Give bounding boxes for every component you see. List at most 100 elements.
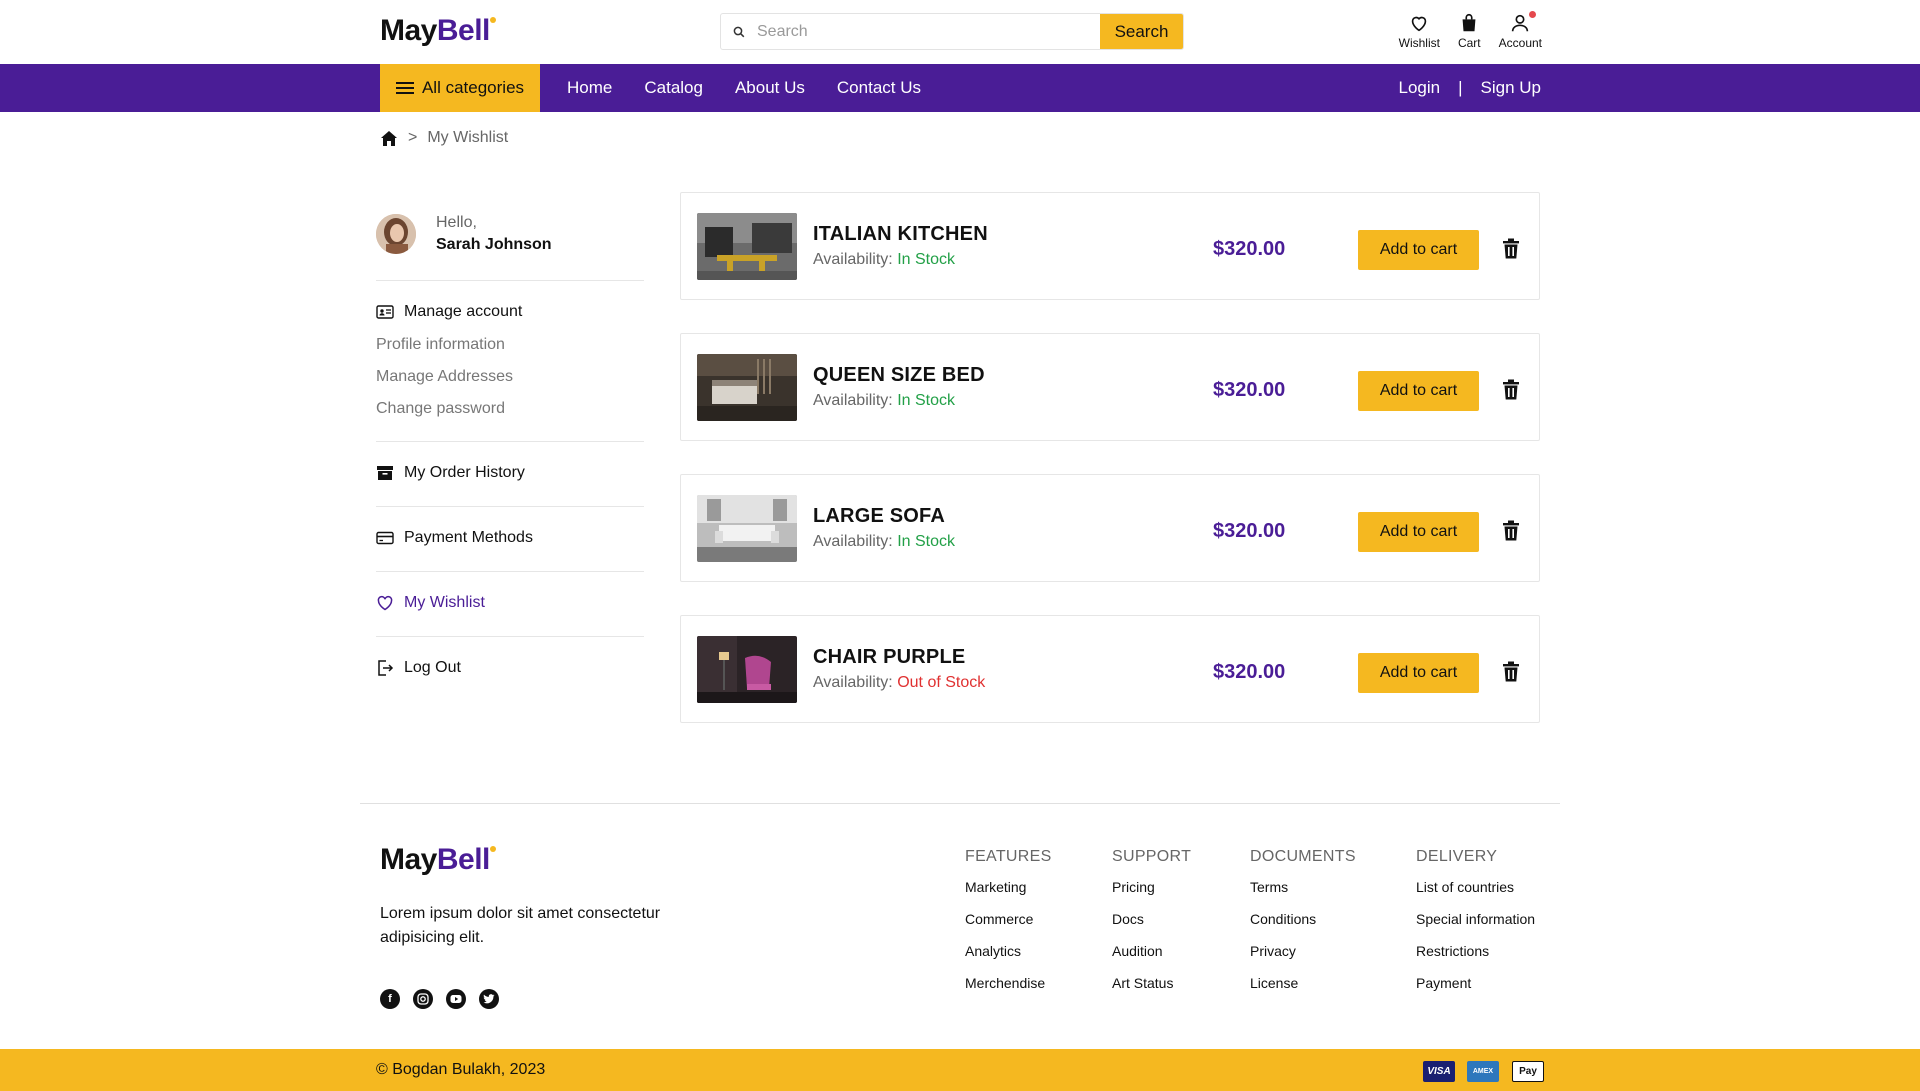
product-price: $320.00 — [1213, 661, 1286, 683]
sidebar-item-order-history[interactable]: My Order History — [376, 464, 525, 482]
profile-summary: Hello, Sarah Johnson — [376, 214, 552, 254]
main-nav: All categories Home Catalog About Us Con… — [0, 64, 1920, 112]
nav-link-contact[interactable]: Contact Us — [837, 78, 921, 98]
footer-link[interactable]: Terms — [1250, 878, 1356, 910]
login-link[interactable]: Login — [1398, 78, 1440, 98]
nav-link-catalog[interactable]: Catalog — [644, 78, 703, 98]
cart-link[interactable]: Cart — [1458, 12, 1481, 50]
trash-icon[interactable] — [1501, 379, 1521, 401]
add-to-cart-button[interactable]: Add to cart — [1358, 653, 1479, 693]
amex-icon: AMEX — [1467, 1061, 1499, 1082]
amex-label: AMEX — [1472, 1068, 1494, 1075]
footer-link[interactable]: Privacy — [1250, 942, 1356, 974]
search-button[interactable]: Search — [1100, 14, 1183, 49]
footer-link[interactable]: Commerce — [965, 910, 1052, 942]
logo[interactable]: MayBell — [380, 14, 496, 48]
search-bar: Search — [720, 13, 1184, 50]
sidebar-divider — [376, 571, 644, 572]
search-input[interactable] — [757, 14, 1100, 49]
product-image[interactable] — [697, 354, 797, 421]
availability-label: Availability: — [813, 251, 893, 268]
heart-icon — [1412, 16, 1427, 32]
product-title[interactable]: ITALIAN KITCHEN — [813, 223, 988, 246]
footer-link[interactable]: Docs — [1112, 910, 1191, 942]
product-title[interactable]: LARGE SOFA — [813, 505, 945, 528]
home-icon[interactable] — [380, 130, 398, 147]
footer-column-support: SUPPORT Pricing Docs Audition Art Status — [1112, 848, 1191, 1006]
add-to-cart-button[interactable]: Add to cart — [1358, 512, 1479, 552]
apple-pay-icon: Pay — [1512, 1061, 1544, 1082]
footer-link[interactable]: License — [1250, 974, 1356, 1006]
trash-icon[interactable] — [1501, 520, 1521, 542]
product-title[interactable]: CHAIR PURPLE — [813, 646, 965, 669]
youtube-icon[interactable] — [446, 989, 466, 1009]
sidebar-item-payment-methods[interactable]: Payment Methods — [376, 529, 533, 547]
breadcrumb-separator: > — [408, 129, 418, 146]
sidebar-item-label: Log Out — [404, 659, 461, 676]
wishlist-item: CHAIR PURPLE Availability: Out of Stock … — [680, 615, 1540, 723]
menu-icon — [395, 82, 414, 94]
logo-text-may: May — [380, 14, 437, 47]
trash-icon[interactable] — [1501, 238, 1521, 260]
availability-label: Availability: — [813, 533, 893, 550]
footer-heading: DELIVERY — [1416, 848, 1498, 865]
footer-link[interactable]: Restrictions — [1416, 942, 1535, 974]
product-price: $320.00 — [1213, 238, 1286, 260]
footer-link[interactable]: Merchendise — [965, 974, 1052, 1006]
nav-link-about[interactable]: About Us — [735, 78, 805, 98]
product-title[interactable]: QUEEN SIZE BED — [813, 364, 985, 387]
product-image[interactable] — [697, 213, 797, 280]
trash-icon[interactable] — [1501, 661, 1521, 683]
footer-link[interactable]: List of countries — [1416, 878, 1535, 910]
footer-logo[interactable]: MayBell — [380, 843, 496, 877]
wishlist-link[interactable]: Wishlist — [1399, 12, 1440, 50]
sidebar-item-wishlist[interactable]: My Wishlist — [376, 594, 485, 612]
logo-dot — [489, 846, 496, 852]
search-icon — [721, 14, 757, 49]
add-to-cart-button[interactable]: Add to cart — [1358, 230, 1479, 270]
avatar — [376, 214, 416, 254]
footer-link[interactable]: Marketing — [965, 878, 1052, 910]
nav-links: Home Catalog About Us Contact Us — [567, 64, 921, 112]
facebook-icon[interactable]: f — [380, 989, 400, 1009]
account-label: Account — [1498, 36, 1542, 50]
breadcrumb-current: My Wishlist — [427, 129, 509, 146]
all-categories-button[interactable]: All categories — [380, 64, 540, 112]
twitter-icon[interactable] — [479, 989, 499, 1009]
sidebar-item-label: My Wishlist — [404, 594, 485, 611]
stock-status: In Stock — [897, 251, 956, 268]
footer-link[interactable]: Analytics — [965, 942, 1052, 974]
product-image[interactable] — [697, 636, 797, 703]
footer-link[interactable]: Payment — [1416, 974, 1535, 1006]
bottom-bar: © Bogdan Bulakh, 2023 VISA AMEX Pay — [0, 1049, 1920, 1091]
instagram-icon[interactable] — [413, 989, 433, 1009]
visa-label: VISA — [1427, 1066, 1451, 1077]
signup-link[interactable]: Sign Up — [1481, 78, 1541, 98]
sidebar-item-manage-addresses[interactable]: Manage Addresses — [376, 368, 513, 386]
sidebar-item-manage-account[interactable]: Manage account — [376, 303, 522, 321]
logout-icon — [378, 660, 394, 676]
footer-link[interactable]: Special information — [1416, 910, 1535, 942]
footer-link[interactable]: Audition — [1112, 942, 1191, 974]
sidebar-item-profile-information[interactable]: Profile information — [376, 336, 505, 354]
nav-link-home[interactable]: Home — [567, 78, 612, 98]
sidebar-item-logout[interactable]: Log Out — [376, 659, 461, 677]
availability-label: Availability: — [813, 674, 893, 691]
stock-status: In Stock — [897, 392, 956, 409]
sidebar-item-change-password[interactable]: Change password — [376, 400, 505, 418]
logo-dot — [489, 17, 496, 23]
sidebar-item-label: Payment Methods — [404, 529, 533, 546]
footer-heading: FEATURES — [965, 848, 1052, 865]
footer-link[interactable]: Pricing — [1112, 878, 1191, 910]
breadcrumb: > My Wishlist — [380, 129, 508, 147]
footer-link[interactable]: Art Status — [1112, 974, 1191, 1006]
footer-link[interactable]: Conditions — [1250, 910, 1356, 942]
credit-card-icon — [376, 531, 394, 545]
footer-heading: DOCUMENTS — [1250, 848, 1356, 865]
product-image[interactable] — [697, 495, 797, 562]
sidebar-divider — [376, 280, 644, 281]
sidebar-divider — [376, 636, 644, 637]
account-link[interactable]: Account — [1498, 11, 1542, 50]
footer-column-features: FEATURES Marketing Commerce Analytics Me… — [965, 848, 1052, 1006]
add-to-cart-button[interactable]: Add to cart — [1358, 371, 1479, 411]
